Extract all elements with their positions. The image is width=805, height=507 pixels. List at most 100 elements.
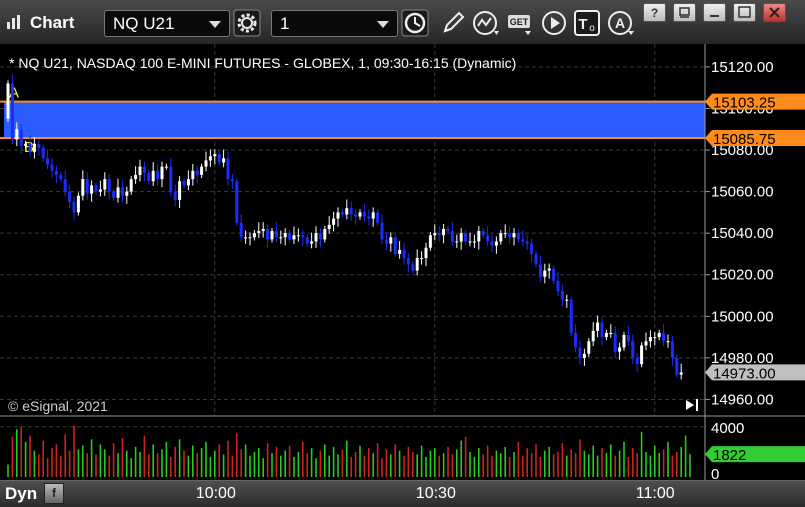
candle-body [670,341,674,358]
candle-body [530,243,534,254]
price-tick-label: 14960.00 [711,391,774,408]
candle-body [508,233,512,238]
interval-combo[interactable]: 1 [271,10,398,37]
candle-body [525,241,529,244]
pencil-icon[interactable] [439,9,467,37]
help-button[interactable]: ? [643,3,666,22]
candle-body [437,233,441,236]
candle-body [85,179,89,194]
candle-body [565,299,569,301]
text-icon[interactable]: T o [573,9,601,37]
candle [393,234,397,258]
candle-body [411,264,415,271]
candle-body [362,212,366,217]
svg-text:?: ? [651,6,658,20]
band-top-tag: 15103.25 [705,93,805,112]
candle-body [6,83,10,119]
candle-body [125,191,129,196]
candle-body [512,233,516,238]
time-tick-label: 10:00 [195,485,236,502]
candle-body [582,353,586,358]
candle-body [675,357,679,375]
candle-body [98,189,102,192]
chevron-down-icon[interactable] [377,21,389,28]
last-price-tag-label: 14973.00 [713,365,776,382]
candle-body [142,166,146,173]
restore-button[interactable] [673,3,696,22]
candle-body [653,337,657,339]
chevron-down-icon[interactable] [209,21,221,28]
play-icon[interactable] [540,9,568,37]
candle-body [367,216,371,219]
candle-body [494,241,498,246]
candle-body [160,166,164,180]
candle-body [389,237,393,244]
price-chart[interactable]: AB 15120.0015100.0015080.0015060.0015040… [0,44,805,480]
candle-body [270,231,274,240]
svg-text:o: o [589,23,595,34]
candle-body [516,233,520,240]
line-study-icon[interactable] [472,9,500,37]
candle-body [384,239,388,244]
candle-body [398,249,402,254]
last-volume-tag-label: 1822 [713,447,746,464]
symbol-combo[interactable]: NQ U21 [104,10,230,37]
maximize-button[interactable] [733,3,756,22]
candle-body [305,237,309,244]
candle-body [116,187,120,198]
candle-body [631,341,635,358]
candle-body [477,231,481,242]
candle-body [420,258,424,260]
candle-body [50,164,54,171]
candle-body [81,179,85,196]
candle-body [596,322,600,331]
candle-body [292,235,296,240]
candle-body [186,179,190,186]
candle-body [19,129,23,146]
candle-body [591,330,595,342]
price-tick-label: 15000.00 [711,308,774,325]
candle-body [442,229,446,236]
price-tick-label: 14980.00 [711,350,774,367]
copyright-text: © eSignal, 2021 [8,398,108,414]
candle-body [120,187,124,196]
chart-title: * NQ U21, NASDAQ 100 E-MINI FUTURES - GL… [9,55,516,71]
candle-body [54,170,58,175]
candle-body [340,212,344,215]
candle-body [257,231,261,234]
candle-body [76,195,80,213]
candle [10,74,14,145]
candle-body [371,212,375,219]
band-top-tag-label: 15103.25 [713,95,776,112]
alert-icon[interactable]: A [607,9,635,37]
chart-app-icon [7,15,20,29]
candle-body [446,229,450,232]
clock-icon[interactable] [401,9,429,37]
price-tick-label: 15060.00 [711,184,774,201]
minimize-button[interactable] [703,3,726,22]
gear-icon[interactable] [233,9,261,37]
candle [6,80,10,122]
function-button[interactable]: f [44,483,64,504]
candle-body [499,233,503,242]
candle [235,178,239,226]
candle-body [274,231,278,238]
candle-body [178,181,182,200]
candle-body [486,235,490,242]
volume-tick-label: 0 [711,466,719,480]
candle-body [94,185,98,192]
get-icon[interactable]: GET [506,9,534,37]
last-volume-tag: 1822 [705,446,805,464]
close-button[interactable] [763,3,786,22]
candle-body [358,212,362,217]
candle-body [182,181,186,186]
minimize-icon [710,15,719,17]
candle-body [37,143,41,148]
candle-body [349,208,353,215]
band-label-a: A [9,85,19,102]
candle-body [279,237,283,239]
candle-body [547,268,551,271]
candle-body [578,347,582,358]
candle-body [283,233,287,238]
svg-text:GET: GET [510,17,529,27]
